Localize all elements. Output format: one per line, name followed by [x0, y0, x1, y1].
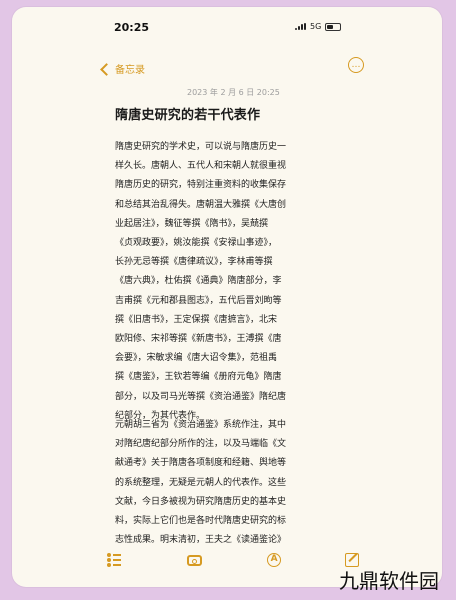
network-label: 5G: [310, 22, 322, 31]
status-bar: 20:25 5G: [12, 7, 442, 37]
signal-icon: [295, 23, 306, 30]
more-icon[interactable]: …: [348, 57, 364, 73]
checklist-icon[interactable]: [107, 552, 123, 568]
note-navigation: 备忘录 …: [100, 57, 364, 83]
status-indicators: 5G: [295, 22, 342, 31]
note-paragraph-1[interactable]: 隋唐史研究的学术史，可以说与隋唐历史一 样久长。唐朝人、五代人和宋朝人就很重视 …: [115, 138, 350, 426]
chevron-left-icon: [100, 62, 113, 76]
back-label: 备忘录: [115, 65, 145, 76]
camera-icon[interactable]: [187, 554, 203, 566]
note-paragraph-2[interactable]: 元朝胡三省为《资治通鉴》系统作注，其中 对隋纪唐纪部分所作的注，以及马端临《文 …: [115, 416, 350, 550]
markup-icon[interactable]: [266, 553, 281, 567]
note-date: 2023 年 2 月 6 日 20:25: [187, 88, 280, 97]
bottom-toolbar: [107, 550, 359, 570]
note-title[interactable]: 隋唐史研究的若干代表作: [115, 104, 260, 123]
phone-screen: 20:25 5G 备忘录 … 2023 年 2 月 6 日 20:25 隋唐史研…: [12, 7, 442, 587]
battery-icon: [325, 22, 342, 31]
watermark-text: 九鼎软件园: [339, 569, 439, 593]
status-time: 20:25: [114, 21, 150, 34]
back-button[interactable]: 备忘录: [100, 61, 145, 76]
